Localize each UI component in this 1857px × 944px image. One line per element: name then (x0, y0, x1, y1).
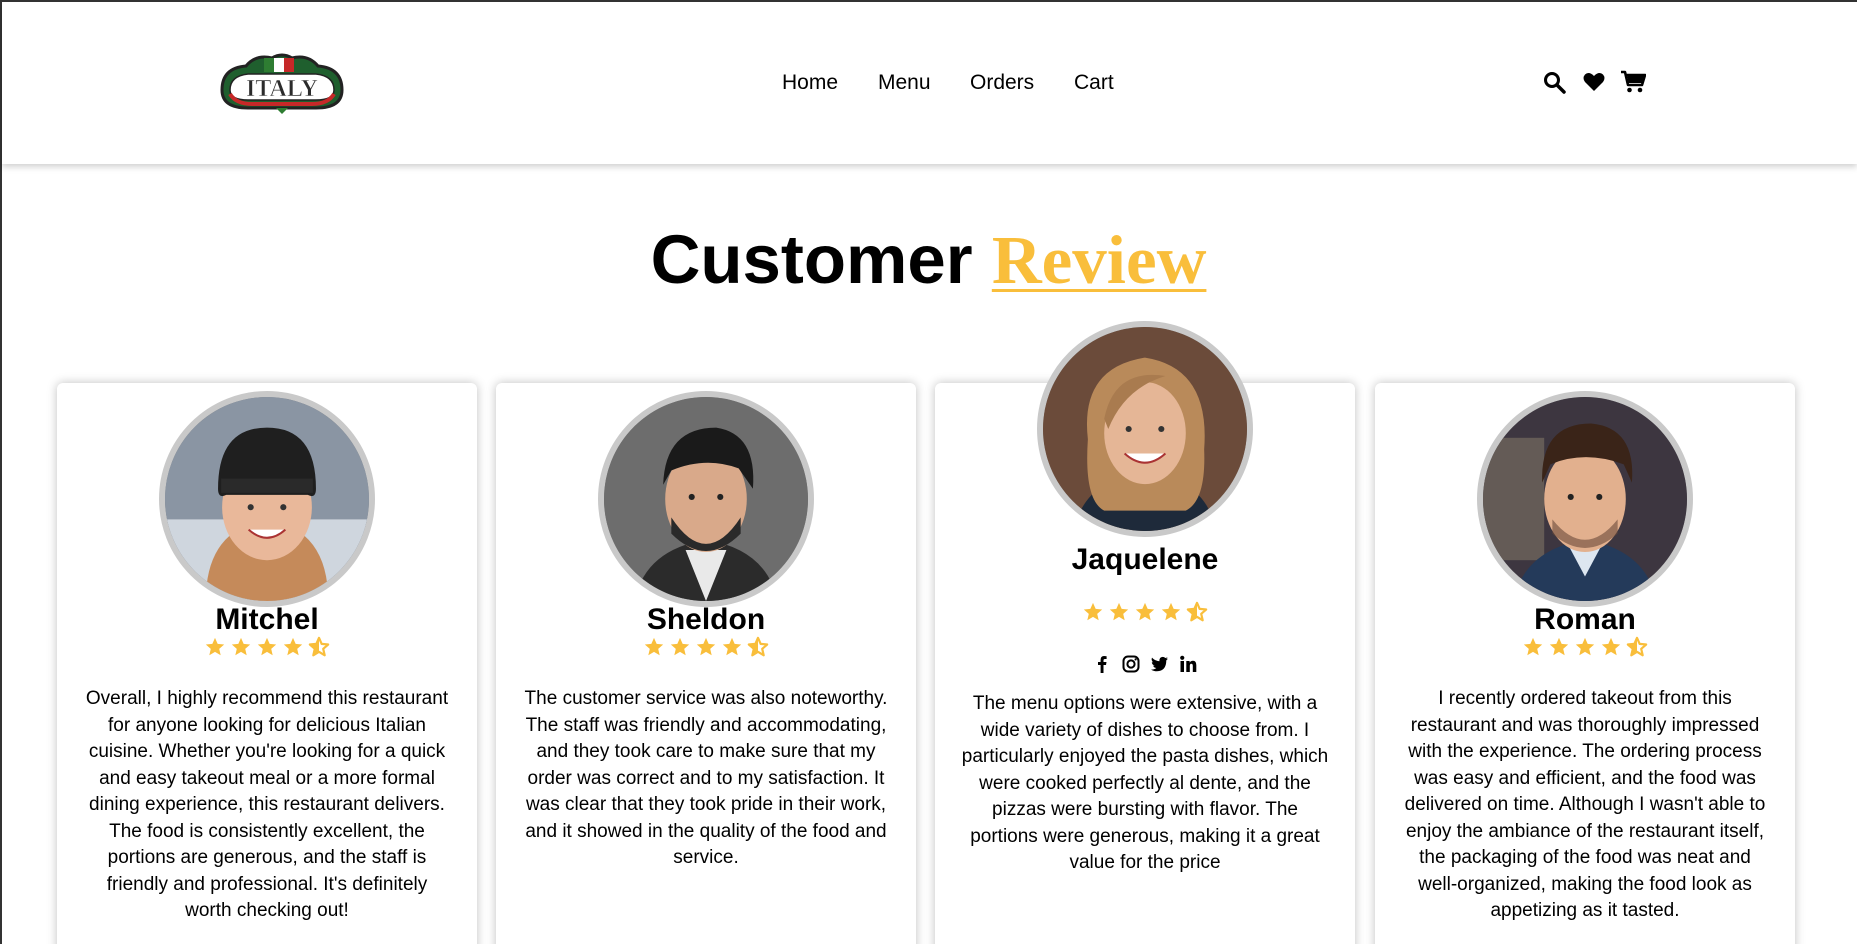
main-nav: Home Menu Orders Cart (2, 68, 1857, 98)
review-card: Jaquelene The menu options were extensiv… (935, 321, 1355, 944)
star-half-icon (1626, 636, 1648, 658)
star-full-icon (1548, 636, 1570, 658)
facebook-icon[interactable] (1092, 654, 1112, 674)
star-full-icon (643, 636, 665, 658)
heart-icon[interactable] (1582, 70, 1608, 96)
avatar-photo (165, 397, 369, 601)
reviewer-name: Sheldon (646, 603, 766, 636)
avatar (1477, 391, 1693, 607)
star-half-icon (1186, 601, 1208, 623)
review-card: Sheldon The customer service was also no… (496, 383, 916, 944)
search-icon[interactable] (1542, 70, 1568, 96)
review-text: The customer service was also noteworthy… (524, 688, 888, 868)
star-full-icon (1134, 601, 1156, 623)
star-rating (935, 601, 1355, 625)
nav-home[interactable]: Home (782, 68, 838, 98)
star-half-icon (308, 636, 330, 658)
instagram-icon[interactable] (1121, 654, 1141, 674)
review-card: Roman I recently ordered takeout from th… (1375, 383, 1795, 944)
star-rating (1375, 636, 1795, 660)
nav-menu[interactable]: Menu (878, 68, 931, 98)
nav-orders[interactable]: Orders (970, 68, 1034, 98)
title-accent: Review (991, 222, 1207, 298)
review-text: The menu options were extensive, with a … (961, 693, 1329, 873)
star-full-icon (1574, 636, 1596, 658)
star-full-icon (1108, 601, 1130, 623)
nav-cart[interactable]: Cart (1074, 68, 1114, 98)
review-text: Overall, I highly recommend this restaur… (85, 688, 449, 921)
section-title: Customer Review (0, 220, 1857, 300)
social-links (935, 654, 1355, 676)
linkedin-icon[interactable] (1178, 654, 1198, 674)
star-full-icon (1522, 636, 1544, 658)
star-full-icon (1082, 601, 1104, 623)
twitter-icon[interactable] (1149, 654, 1169, 674)
star-full-icon (669, 636, 691, 658)
avatar-photo (1043, 327, 1247, 531)
avatar (598, 391, 814, 607)
title-main: Customer (650, 221, 973, 298)
star-full-icon (230, 636, 252, 658)
star-full-icon (256, 636, 278, 658)
star-rating (496, 636, 916, 660)
cart-icon[interactable] (1620, 70, 1647, 96)
star-full-icon (721, 636, 743, 658)
review-card: Mitchel Overall, I highly recommend this… (57, 383, 477, 944)
site-header: ITALY Home Menu Orders Cart (2, 2, 1857, 164)
star-half-icon (747, 636, 769, 658)
avatar (1037, 321, 1253, 537)
reviewer-name: Mitchel (215, 603, 319, 636)
star-full-icon (1600, 636, 1622, 658)
star-full-icon (695, 636, 717, 658)
star-rating (57, 636, 477, 660)
avatar-photo (1483, 397, 1687, 601)
avatar (159, 391, 375, 607)
star-full-icon (1160, 601, 1182, 623)
reviewer-name: Roman (1534, 603, 1636, 636)
star-full-icon (282, 636, 304, 658)
review-text: I recently ordered takeout from this res… (1404, 688, 1766, 921)
reviewer-name: Jaquelene (1071, 543, 1219, 576)
avatar-photo (604, 397, 808, 601)
star-full-icon (204, 636, 226, 658)
